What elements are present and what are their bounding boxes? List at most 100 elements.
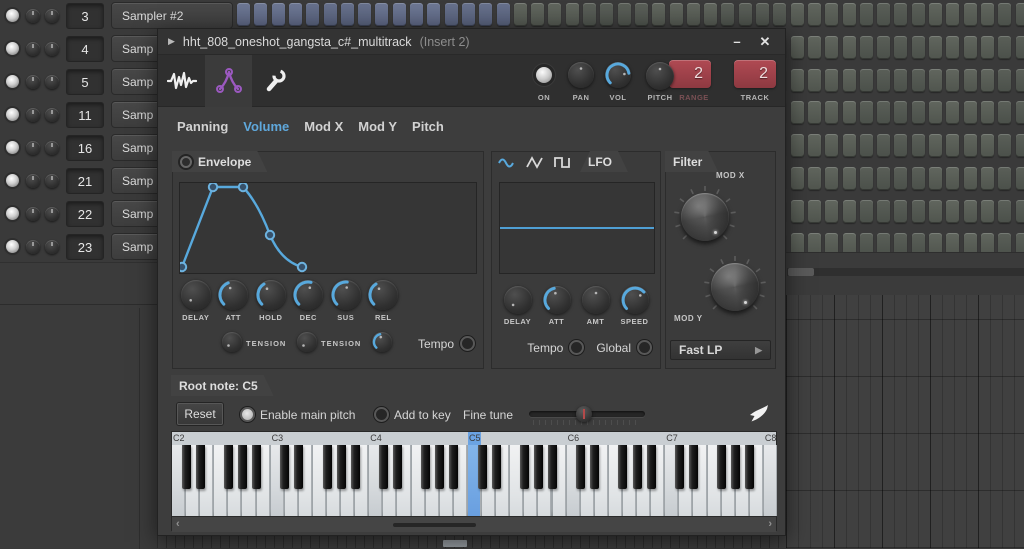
step-cell[interactable] — [548, 3, 561, 26]
step-cell[interactable] — [514, 3, 527, 26]
step-cell[interactable] — [981, 167, 994, 190]
scroll-right-icon[interactable]: › — [768, 518, 772, 530]
delay-knob[interactable] — [181, 280, 211, 310]
step-cell[interactable] — [791, 134, 804, 157]
step-cell[interactable] — [998, 167, 1011, 190]
tab-sample-properties[interactable] — [158, 55, 205, 107]
channel-pan-knob[interactable] — [26, 108, 40, 122]
reset-button[interactable]: Reset — [177, 403, 223, 425]
step-cell[interactable] — [964, 200, 977, 223]
step-cell[interactable] — [981, 36, 994, 59]
sus-knob[interactable] — [331, 280, 361, 310]
step-cell[interactable] — [912, 69, 925, 92]
tab-mod-y[interactable]: Mod Y — [358, 119, 397, 134]
step-cell[interactable] — [445, 3, 458, 26]
step-cell[interactable] — [894, 167, 907, 190]
keyboard-scrollbar[interactable]: ‹ › — [172, 516, 776, 532]
black-key[interactable] — [520, 445, 529, 489]
step-cell[interactable] — [825, 69, 838, 92]
channel-vol-knob[interactable] — [45, 240, 59, 254]
tension-2-knob[interactable] — [297, 332, 317, 352]
step-cell[interactable] — [964, 167, 977, 190]
tension-3-knob[interactable] — [372, 332, 392, 352]
lfo-square-icon[interactable] — [554, 155, 575, 171]
step-cell[interactable] — [289, 3, 302, 26]
step-cell[interactable] — [860, 134, 873, 157]
step-cell[interactable] — [894, 101, 907, 124]
lfo-graph[interactable] — [499, 182, 655, 274]
tab-miscellaneous[interactable] — [252, 55, 299, 107]
channel-mute-led[interactable] — [6, 42, 19, 55]
close-button[interactable]: ✕ — [755, 34, 775, 50]
channel-pan-knob[interactable] — [26, 141, 40, 155]
black-key[interactable] — [224, 445, 233, 489]
step-cell[interactable] — [791, 69, 804, 92]
step-cell[interactable] — [808, 167, 821, 190]
channel-pan-knob[interactable] — [26, 75, 40, 89]
black-key[interactable] — [435, 445, 444, 489]
channel-pan-knob[interactable] — [26, 9, 40, 23]
channel-vol-knob[interactable] — [45, 174, 59, 188]
pitch-range-badge[interactable]: 2 — [669, 60, 711, 88]
step-cell[interactable] — [272, 3, 285, 26]
tab-mod-x[interactable]: Mod X — [304, 119, 343, 134]
step-cell[interactable] — [427, 3, 440, 26]
black-key[interactable] — [731, 445, 740, 489]
filter-section-tab[interactable]: Filter — [665, 151, 718, 172]
channel-mute-led[interactable] — [6, 108, 19, 121]
black-key[interactable] — [294, 445, 303, 489]
step-cell[interactable] — [929, 36, 942, 59]
channel-number[interactable]: 22 — [66, 201, 104, 227]
step-cell[interactable] — [306, 3, 319, 26]
step-cell[interactable] — [877, 69, 890, 92]
vol-knob[interactable] — [605, 62, 631, 88]
channel-mute-led[interactable] — [6, 141, 19, 154]
step-cell[interactable] — [860, 167, 873, 190]
channel-number[interactable]: 21 — [66, 168, 104, 194]
step-cell[interactable] — [998, 3, 1011, 26]
step-cell[interactable] — [877, 134, 890, 157]
dec-knob[interactable] — [293, 280, 323, 310]
envelope-section-tab[interactable]: Envelope — [172, 151, 267, 172]
step-cell[interactable] — [929, 3, 942, 26]
step-cell[interactable] — [358, 3, 371, 26]
step-cell[interactable] — [825, 36, 838, 59]
channel-pan-knob[interactable] — [26, 42, 40, 56]
step-cell[interactable] — [670, 3, 683, 26]
mod-y-knob[interactable] — [711, 263, 759, 311]
black-key[interactable] — [379, 445, 388, 489]
step-cell[interactable] — [843, 3, 856, 26]
step-cell[interactable] — [1016, 3, 1024, 26]
tab-envelope-settings[interactable] — [205, 55, 252, 107]
step-cell[interactable] — [808, 200, 821, 223]
step-cell[interactable] — [825, 134, 838, 157]
channel-number[interactable]: 3 — [66, 3, 104, 29]
step-cell[interactable] — [946, 200, 959, 223]
step-cell[interactable] — [894, 69, 907, 92]
step-cell[interactable] — [998, 36, 1011, 59]
step-cell[interactable] — [808, 3, 821, 26]
channel-pan-knob[interactable] — [26, 240, 40, 254]
step-cell[interactable] — [946, 134, 959, 157]
mod-x-knob[interactable] — [681, 193, 729, 241]
step-cell[interactable] — [964, 69, 977, 92]
att-knob[interactable] — [543, 286, 571, 314]
black-key[interactable] — [576, 445, 585, 489]
channel-number[interactable]: 16 — [66, 135, 104, 161]
step-cell[interactable] — [877, 200, 890, 223]
channel-pan-knob[interactable] — [26, 207, 40, 221]
black-key[interactable] — [252, 445, 261, 489]
amt-knob[interactable] — [582, 286, 610, 314]
step-cell[interactable] — [583, 3, 596, 26]
step-cell[interactable] — [981, 200, 994, 223]
channel-mute-led[interactable] — [6, 240, 19, 253]
channel-number[interactable]: 4 — [66, 36, 104, 62]
black-key[interactable] — [421, 445, 430, 489]
filter-type-dropdown[interactable]: Fast LP ▶ — [670, 340, 771, 360]
channel-mute-led[interactable] — [6, 9, 19, 22]
enable-main-pitch-radio[interactable] — [240, 407, 255, 422]
black-key[interactable] — [393, 445, 402, 489]
step-cell[interactable] — [981, 134, 994, 157]
tab-volume[interactable]: Volume — [243, 119, 289, 134]
step-cell[interactable] — [912, 3, 925, 26]
